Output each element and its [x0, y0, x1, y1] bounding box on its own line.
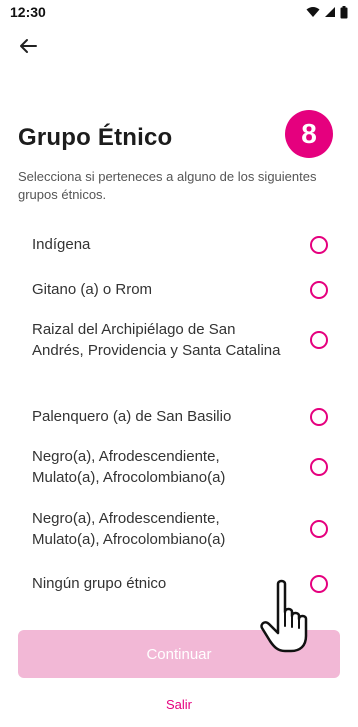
page-subtitle: Selecciona si perteneces a alguno de los…: [18, 169, 317, 202]
radio-button[interactable]: [310, 331, 328, 349]
radio-button[interactable]: [310, 458, 328, 476]
option-label: Ningún grupo étnico: [32, 575, 167, 592]
battery-icon: [340, 5, 348, 18]
signal-icon: [325, 7, 335, 17]
option-negro-1[interactable]: Negro(a), Afrodescendiente, Mulato(a), A…: [32, 446, 328, 488]
exit-link[interactable]: Salir: [0, 697, 358, 712]
page-title: Grupo Étnico: [18, 124, 173, 151]
option-palenquero[interactable]: Palenquero (a) de San Basilio: [32, 406, 328, 427]
radio-button[interactable]: [310, 520, 328, 538]
back-button[interactable]: [14, 34, 42, 58]
option-label: Negro(a), Afrodescendiente, Mulato(a), A…: [32, 448, 226, 486]
status-bar: 12:30: [0, 0, 358, 24]
status-icons: [306, 5, 348, 19]
option-label: Raizal del Archipiélago de San Andrés, P…: [32, 321, 281, 359]
radio-button[interactable]: [310, 280, 328, 299]
option-negro-2[interactable]: Negro(a), Afrodescendiente, Mulato(a), A…: [32, 508, 328, 550]
option-label: Negro(a), Afrodescendiente, Mulato(a), A…: [32, 510, 226, 548]
arrow-left-icon: [20, 39, 37, 53]
radio-button[interactable]: [310, 407, 328, 426]
option-label: Gitano (a) o Rrom: [32, 281, 153, 298]
option-label: Indígena: [32, 236, 91, 253]
wifi-icon: [306, 7, 320, 17]
status-time: 12:30: [10, 4, 46, 20]
option-label: Palenquero (a) de San Basilio: [32, 408, 232, 425]
option-indigena[interactable]: Indígena: [32, 234, 328, 255]
hand-pointer-icon: [260, 579, 308, 653]
step-badge: 8: [285, 110, 333, 158]
option-raizal[interactable]: Raizal del Archipiélago de San Andrés, P…: [32, 319, 328, 361]
option-gitano[interactable]: Gitano (a) o Rrom: [32, 279, 328, 300]
radio-button[interactable]: [310, 235, 328, 254]
